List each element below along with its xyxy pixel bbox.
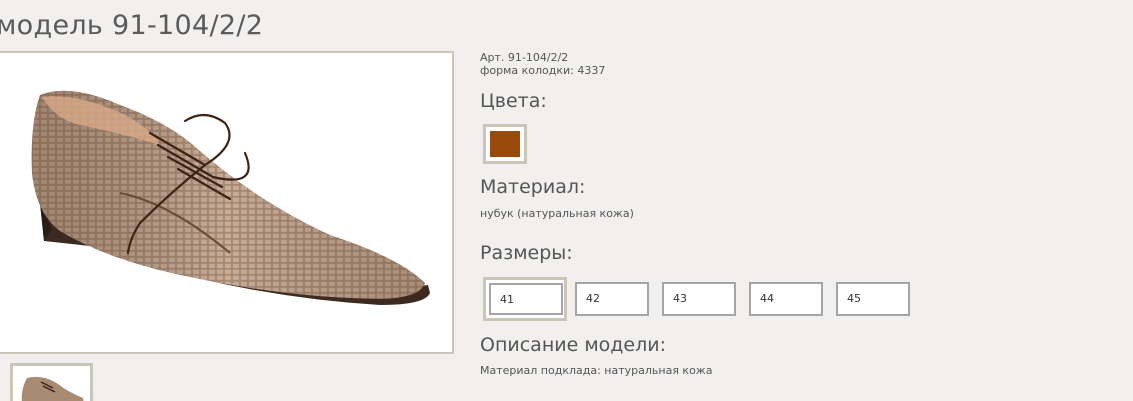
colors-heading: Цвета: xyxy=(480,90,547,112)
size-option-45[interactable]: 45 xyxy=(836,282,910,316)
main-product-photo[interactable] xyxy=(0,51,454,354)
material-value: нубук (натуральная кожа) xyxy=(480,207,634,220)
shoe-thumbnail-image xyxy=(21,376,84,401)
size-option-43[interactable]: 43 xyxy=(662,282,736,316)
material-heading: Материал: xyxy=(480,176,586,198)
product-page: модель 91-104/2/2 Арт. 91-104/2/2 форма … xyxy=(0,0,1133,401)
sizes-heading: Размеры: xyxy=(480,242,573,264)
color-swatch-selected[interactable] xyxy=(483,124,527,164)
description-heading: Описание модели: xyxy=(480,334,666,356)
last-form: форма колодки: 4337 xyxy=(480,64,606,77)
product-title: модель 91-104/2/2 xyxy=(0,10,264,41)
shoe-image xyxy=(31,90,430,305)
product-info: Арт. 91-104/2/2 форма колодки: 4337 xyxy=(480,51,1120,77)
size-label: 41 xyxy=(489,283,563,315)
size-option-41[interactable]: 41 xyxy=(483,277,567,321)
article-number: Арт. 91-104/2/2 xyxy=(480,51,569,64)
size-option-42[interactable]: 42 xyxy=(575,282,649,316)
product-thumbnail[interactable] xyxy=(10,363,93,401)
size-option-44[interactable]: 44 xyxy=(749,282,823,316)
description-text: Материал подклада: натуральная кожа xyxy=(480,364,713,377)
color-swatch xyxy=(490,131,520,157)
